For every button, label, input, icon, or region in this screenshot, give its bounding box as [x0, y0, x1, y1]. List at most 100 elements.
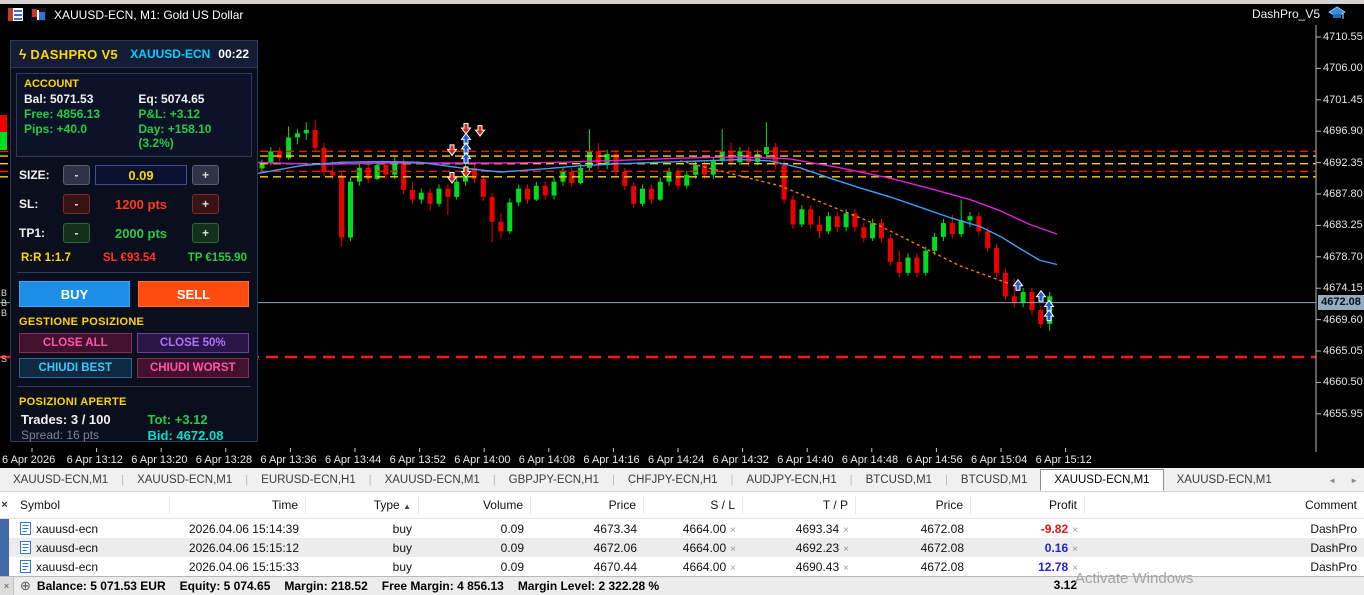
- status-balance: Balance: 5 071.53 EUR: [36, 579, 166, 593]
- cell-profit: 12.78 ×: [1038, 559, 1078, 574]
- tp-label: TP1:: [19, 226, 46, 240]
- delete-order-icon[interactable]: ×: [730, 544, 736, 555]
- panel-title: DASHPRO V5: [30, 46, 118, 62]
- pips-value: Pips: +40.0: [24, 122, 88, 136]
- price-axis-label: 4683.25: [1323, 219, 1363, 232]
- cell-symbol: xauusd-ecn: [16, 560, 170, 574]
- quotes-grid-icon: [8, 8, 23, 21]
- toolbox-close-icon[interactable]: ×: [0, 496, 16, 514]
- cell-time: 2026.04.06 15:15:12: [188, 540, 299, 555]
- price-axis-label: 4665.05: [1323, 345, 1363, 357]
- plus-circle-icon[interactable]: ⊕: [20, 578, 31, 594]
- delete-order-icon[interactable]: ×: [730, 525, 736, 536]
- cell-type: buy: [392, 559, 412, 574]
- column-header-profit[interactable]: Profit: [971, 496, 1085, 514]
- chart-tab-audjpy-ecn-h1[interactable]: AUDJPY-ECN,H1: [733, 468, 849, 491]
- tp-minus-button[interactable]: -: [63, 223, 90, 243]
- cell-sl: 4664.00 ×: [682, 559, 736, 574]
- trade-letter-label: B: [1, 288, 8, 298]
- status-equity: Equity: 5 074.65: [179, 579, 271, 593]
- size-row: SIZE: - 0.09 +: [11, 164, 257, 186]
- size-value[interactable]: 0.09: [95, 165, 187, 185]
- chart-tab-btcusd-m1[interactable]: BTCUSD,M1: [948, 468, 1040, 491]
- cell-tp: 4690.43 ×: [795, 559, 849, 574]
- column-header-time[interactable]: Time: [170, 496, 306, 514]
- delete-order-icon[interactable]: ×: [843, 525, 849, 536]
- tab-scroll-arrows: ◄ ►: [1328, 468, 1358, 492]
- delete-order-icon[interactable]: ×: [1072, 525, 1078, 536]
- cell-price: 4672.06: [593, 540, 637, 555]
- candle-countdown-timer: 00:22: [218, 47, 249, 61]
- cell-symbol: xauusd-ecn: [16, 522, 170, 536]
- delete-order-icon[interactable]: ×: [1072, 544, 1078, 555]
- tp-plus-button[interactable]: +: [192, 223, 219, 243]
- sl-label: SL:: [19, 197, 39, 211]
- close-50-button[interactable]: CLOSE 50%: [136, 333, 249, 353]
- chart-tab-xauusd-ecn-m1[interactable]: XAUUSD-ECN,M1: [372, 468, 493, 491]
- status-margin: Margin: 218.52: [284, 579, 368, 593]
- chart-tab-bar: XAUUSD-ECN,M1 | XAUUSD-ECN,M1 | EURUSD-ECN,H…: [0, 468, 1364, 492]
- column-header-symbol[interactable]: Symbol: [16, 496, 170, 514]
- time-axis-label: 6 Apr 13:36: [260, 454, 317, 466]
- sl-plus-button[interactable]: +: [192, 194, 219, 214]
- column-header-tp[interactable]: T / P: [743, 496, 856, 514]
- status-free-margin: Free Margin: 4 856.13: [381, 579, 504, 593]
- delete-order-icon[interactable]: ×: [843, 563, 849, 574]
- table-row[interactable]: xauusd-ecn 2026.04.06 15:15:12 buy 0.09 4672…: [0, 538, 1364, 557]
- size-minus-button[interactable]: -: [63, 165, 90, 185]
- equity-value: Eq: 5074.65: [138, 92, 205, 106]
- column-header-type[interactable]: Type ▲: [306, 496, 419, 514]
- chart-tab-eurusd-ecn-h1[interactable]: EURUSD-ECN,H1: [248, 468, 369, 491]
- table-row[interactable]: xauusd-ecn 2026.04.06 15:14:39 buy 0.09 4673…: [0, 519, 1364, 538]
- chart-tab-xauusd-ecn-m1[interactable]: XAUUSD-ECN,M1: [0, 468, 121, 491]
- delete-order-icon[interactable]: ×: [843, 544, 849, 555]
- trades-count: Trades: 3 / 100: [21, 412, 111, 427]
- chart-tab-xauusd-ecn-m1[interactable]: XAUUSD-ECN,M1: [1040, 469, 1164, 491]
- tab-scroll-right-icon[interactable]: ►: [1350, 476, 1358, 485]
- time-axis-label: 6 Apr 14:32: [712, 454, 769, 466]
- buy-button[interactable]: BUY: [19, 281, 130, 307]
- price-axis-label: 4696.90: [1323, 125, 1363, 138]
- order-doc-icon: [20, 560, 31, 573]
- close-best-button[interactable]: CHIUDI BEST: [19, 358, 132, 378]
- chart-tab-chfjpy-ecn-h1[interactable]: CHFJPY-ECN,H1: [615, 468, 731, 491]
- column-header-sl[interactable]: S / L: [644, 496, 743, 514]
- time-axis-label: 6 Apr 13:12: [66, 454, 123, 466]
- divider: [17, 386, 251, 387]
- price-axis-label: 4678.70: [1323, 250, 1363, 263]
- toolbox-side-tab[interactable]: ×: [0, 576, 14, 595]
- chart-tab-xauusd-ecn-m1[interactable]: XAUUSD-ECN,M1: [124, 468, 245, 491]
- sell-button[interactable]: SELL: [138, 281, 249, 307]
- column-header-price[interactable]: Price: [856, 496, 971, 514]
- close-all-button[interactable]: CLOSE ALL: [19, 333, 132, 353]
- price-axis-label: 4706.00: [1323, 62, 1363, 75]
- expert-advisor-hat-icon[interactable]: [1328, 6, 1346, 21]
- sl-row: SL: - 1200 pts +: [11, 193, 257, 215]
- order-doc-icon: [20, 522, 31, 535]
- time-axis-label: 6 Apr 14:48: [841, 454, 899, 466]
- column-header-volume[interactable]: Volume: [419, 496, 531, 514]
- tab-scroll-left-icon[interactable]: ◄: [1328, 476, 1336, 485]
- delete-order-icon[interactable]: ×: [730, 563, 736, 574]
- time-axis-label: 6 Apr 15:12: [1035, 454, 1092, 466]
- column-header-price[interactable]: Price: [531, 496, 644, 514]
- trading-terminal-window: XAUUSD-ECN, M1: Gold US Dollar DashPro_V…: [0, 0, 1364, 595]
- size-plus-button[interactable]: +: [192, 165, 219, 185]
- chart-tab-gbpjpy-ecn-h1[interactable]: GBPJPY-ECN,H1: [496, 468, 612, 491]
- time-axis-label: 6 Apr 13:52: [389, 454, 446, 466]
- price-axis-label: 4655.95: [1323, 407, 1363, 420]
- account-box: ACCOUNT Bal: 5071.53 Eq: 5074.65 Free: 4…: [16, 73, 252, 157]
- cell-profit: -9.82 ×: [1040, 521, 1078, 536]
- chart-tab-btcusd-m1[interactable]: BTCUSD,M1: [853, 468, 945, 491]
- cell-volume: 0.09: [500, 521, 524, 536]
- free-margin-value: Free: 4856.13: [24, 107, 101, 121]
- balance-value: Bal: 5071.53: [24, 92, 94, 106]
- column-header-comment[interactable]: Comment: [1085, 496, 1364, 514]
- tp-value: 2000 pts: [114, 225, 168, 241]
- close-worst-button[interactable]: CHIUDI WORST: [136, 358, 249, 378]
- price-axis-label: 4687.80: [1323, 188, 1363, 200]
- sl-minus-button[interactable]: -: [63, 194, 90, 214]
- time-axis-label: 6 Apr 2026: [2, 454, 56, 466]
- chart-tab-xauusd-ecn-m1[interactable]: XAUUSD-ECN,M1: [1164, 468, 1285, 491]
- trades-table: × Symbol Time Type ▲ Volume Price S / LT / P Pr…: [0, 492, 1364, 576]
